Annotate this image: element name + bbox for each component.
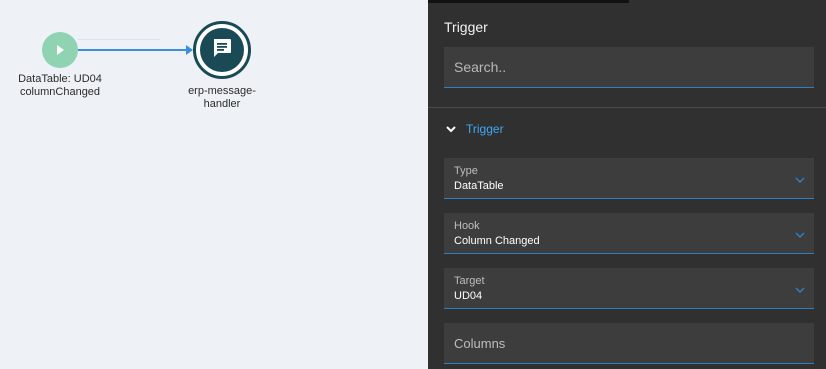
chevron-down-icon [444, 122, 458, 136]
panel-divider [428, 107, 826, 108]
target-value: UD04 [454, 290, 483, 302]
trigger-node-label: DataTable: UD04 columnChanged [18, 73, 102, 98]
target-label: Target [454, 275, 485, 287]
handler-node-label: erp-message-handler [188, 85, 256, 110]
edge-highlight [78, 39, 160, 40]
handler-node[interactable] [193, 21, 251, 79]
play-icon [53, 43, 67, 57]
hook-value: Column Changed [454, 235, 540, 247]
search-input[interactable] [444, 47, 814, 87]
chevron-down-icon [794, 228, 806, 240]
hook-label: Hook [454, 220, 480, 232]
trigger-section-title: Trigger [466, 122, 504, 136]
workflow-canvas[interactable]: DataTable: UD04 columnChanged erp-messag… [0, 0, 428, 369]
properties-panel: Trigger Trigger Type DataTable Hook Colu… [428, 0, 826, 369]
type-select[interactable]: Type DataTable [444, 158, 814, 199]
columns-input[interactable]: Columns [444, 323, 814, 364]
edge-arrowhead [186, 45, 193, 55]
chevron-down-icon [794, 283, 806, 295]
type-label: Type [454, 165, 478, 177]
panel-title: Trigger [444, 19, 488, 35]
target-select[interactable]: Target UD04 [444, 268, 814, 309]
hook-select[interactable]: Hook Column Changed [444, 213, 814, 254]
workflow-edge[interactable] [78, 49, 188, 51]
message-icon [211, 37, 233, 64]
type-value: DataTable [454, 180, 504, 192]
columns-placeholder: Columns [454, 336, 506, 351]
handler-node-body [200, 28, 244, 72]
trigger-section-header[interactable]: Trigger [444, 119, 504, 139]
chevron-down-icon [794, 173, 806, 185]
panel-top-bar [428, 0, 629, 3]
trigger-node[interactable] [42, 32, 78, 68]
search-box [444, 47, 814, 88]
